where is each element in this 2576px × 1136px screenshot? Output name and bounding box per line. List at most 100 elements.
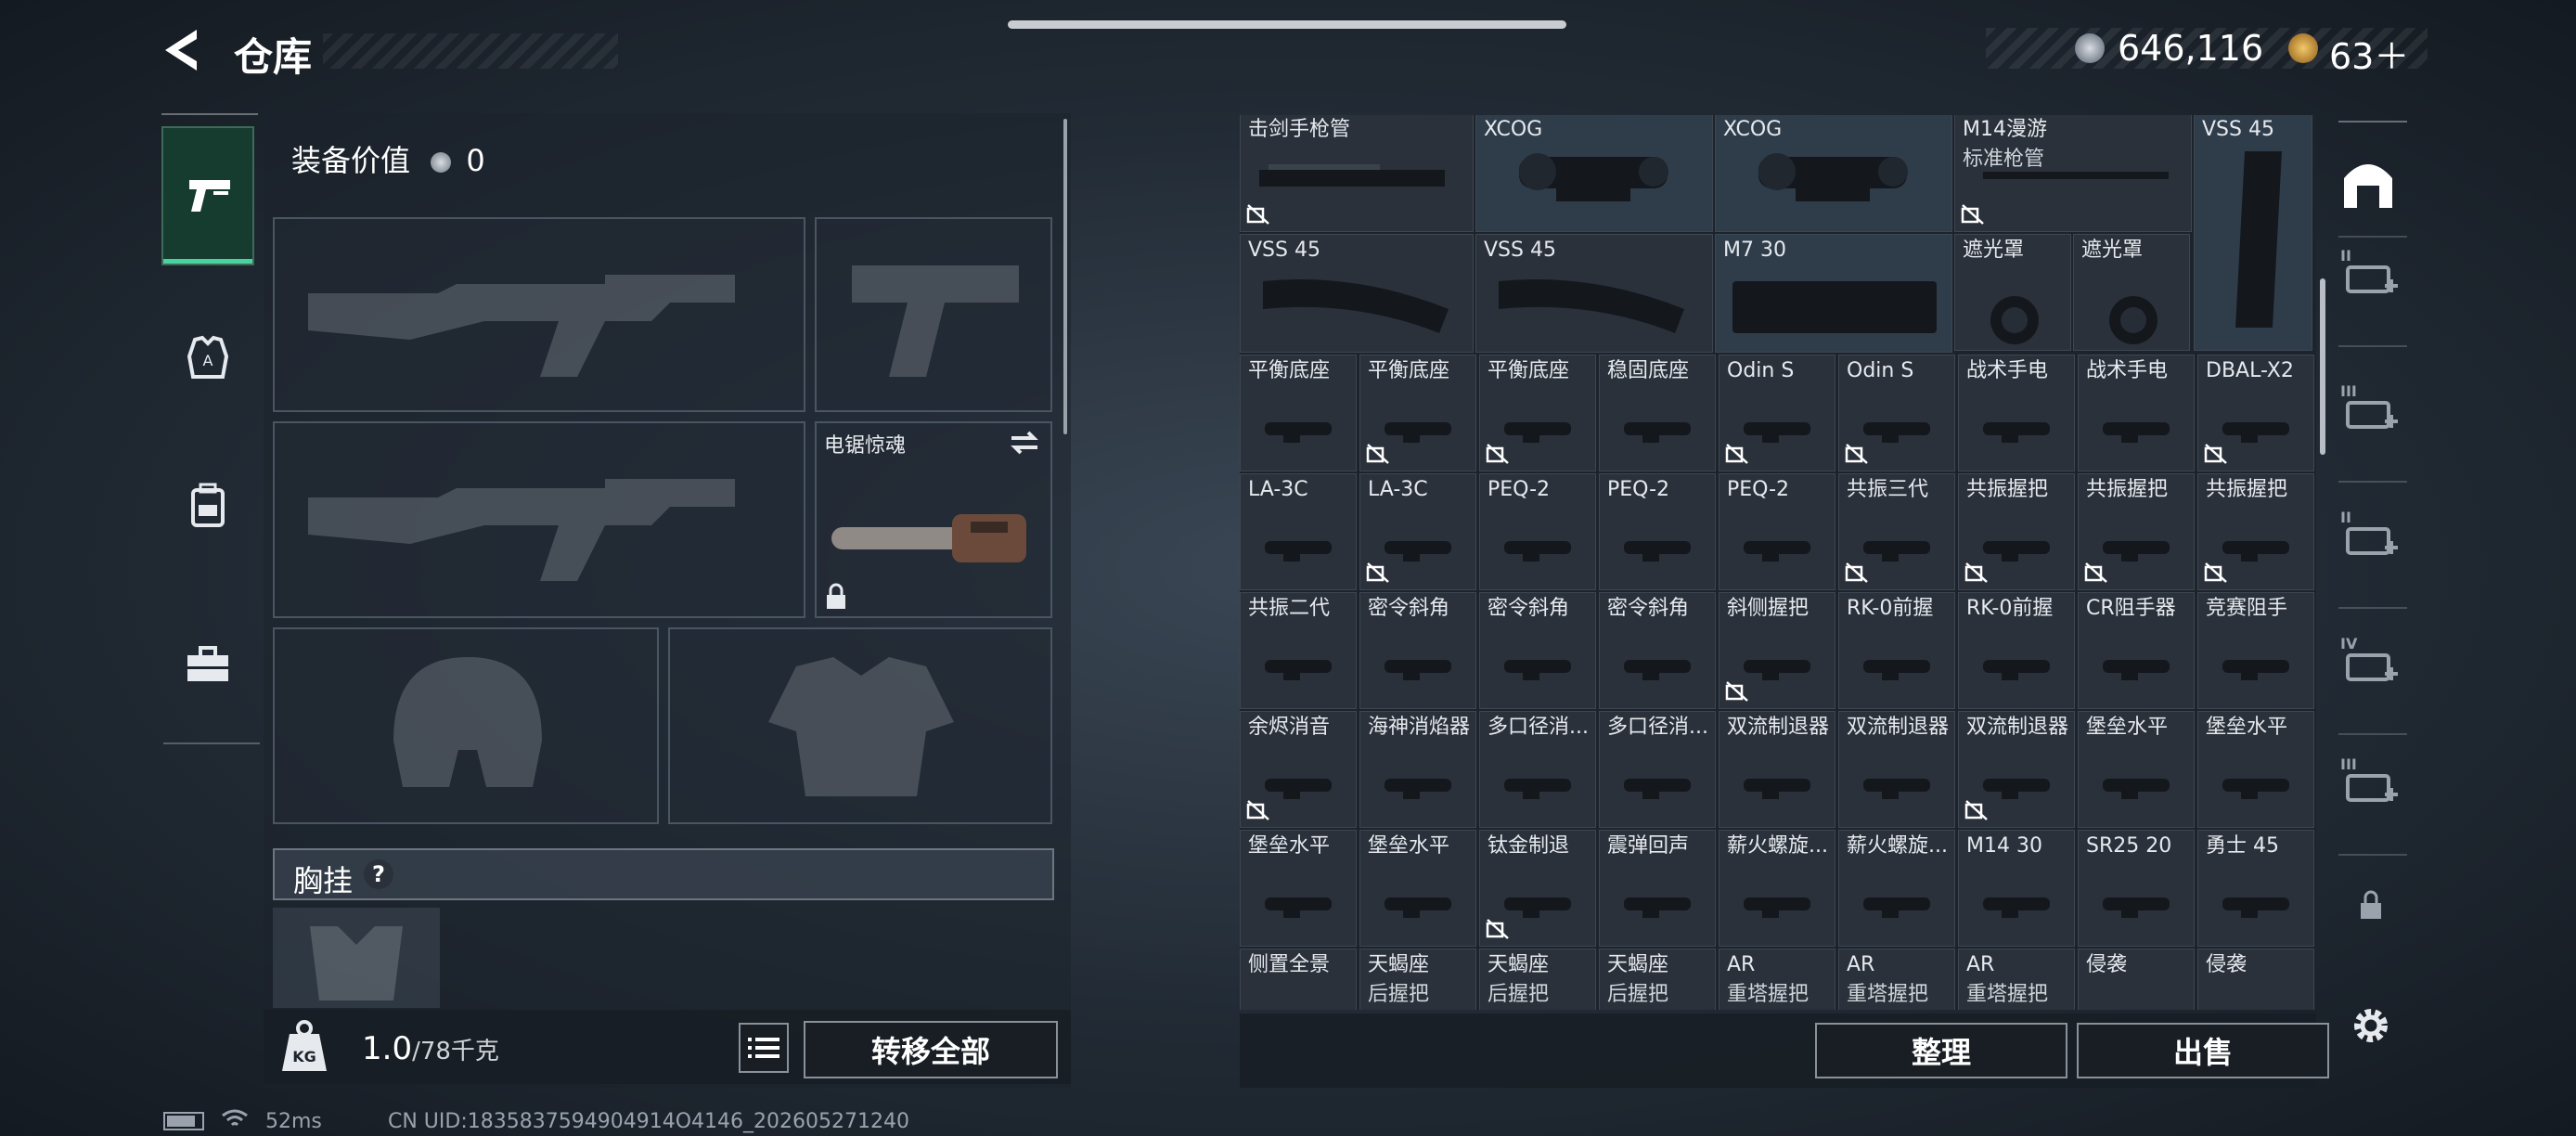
storage-item[interactable]: 震弹回声 bbox=[1599, 830, 1716, 947]
storage-item[interactable]: 密令斜角 bbox=[1359, 592, 1476, 709]
attachment-thumbnail-icon bbox=[1744, 541, 1810, 562]
storage-item[interactable]: XCOG bbox=[1715, 115, 1952, 232]
storage-item[interactable]: 平衡底座 bbox=[1479, 355, 1596, 471]
storage-item[interactable]: 勇士 45 bbox=[2197, 830, 2314, 947]
storage-item[interactable]: 稳固底座 bbox=[1599, 355, 1716, 471]
loadout-scrollbar[interactable] bbox=[1063, 119, 1067, 434]
storage-item[interactable]: LA-3C bbox=[1240, 473, 1357, 590]
attachment-thumbnail-icon bbox=[2222, 779, 2289, 799]
storage-item[interactable]: AR 重塔握把 bbox=[1958, 949, 2075, 1010]
storage-item[interactable]: 共振三代 bbox=[1838, 473, 1955, 590]
right-tab-3[interactable]: III bbox=[2338, 379, 2403, 444]
storage-item[interactable]: Odin S bbox=[1838, 355, 1955, 471]
tab-backpack[interactable] bbox=[161, 434, 254, 574]
storage-item[interactable]: 共振握把 bbox=[2197, 473, 2314, 590]
attachment-thumbnail-icon bbox=[1983, 779, 2050, 799]
swap-arrows-icon[interactable] bbox=[1008, 429, 1041, 457]
storage-item[interactable]: Odin S bbox=[1719, 355, 1835, 471]
storage-item[interactable]: 堡垒水平 bbox=[1359, 830, 1476, 947]
transfer-all-button[interactable]: 转移全部 bbox=[804, 1021, 1058, 1078]
storage-item[interactable]: 共振握把 bbox=[1958, 473, 2075, 590]
primary-weapon-slot-2[interactable] bbox=[273, 421, 805, 618]
storage-item[interactable]: SR25 20 bbox=[2078, 830, 2195, 947]
storage-item[interactable]: 侵袭 bbox=[2078, 949, 2195, 1010]
storage-item[interactable]: 双流制退器 bbox=[1958, 711, 2075, 828]
storage-item[interactable]: VSS 45 bbox=[1240, 234, 1474, 353]
tab-storage[interactable] bbox=[2338, 154, 2403, 219]
storage-item[interactable]: 战术手电 bbox=[1958, 355, 2075, 471]
storage-item[interactable]: 海神消焰器 bbox=[1359, 711, 1476, 828]
chest-rig-slot[interactable] bbox=[273, 908, 440, 1008]
storage-item[interactable]: 击剑手枪管 bbox=[1240, 115, 1474, 232]
storage-item[interactable]: 钛金制退 bbox=[1479, 830, 1596, 947]
storage-item[interactable]: 侧置全景 bbox=[1240, 949, 1357, 1010]
storage-scrollbar[interactable] bbox=[2320, 278, 2325, 455]
right-tab-2[interactable]: II bbox=[2338, 243, 2403, 308]
magazine-icon bbox=[2235, 151, 2282, 328]
storage-item[interactable]: 共振二代 bbox=[1240, 592, 1357, 709]
storage-item[interactable]: M7 30 bbox=[1715, 234, 1952, 353]
storage-item[interactable]: 平衡底座 bbox=[1359, 355, 1476, 471]
settings-button[interactable] bbox=[2348, 1002, 2394, 1049]
tab-weapons[interactable] bbox=[161, 126, 254, 265]
storage-item[interactable]: 天蝎座 后握把 bbox=[1479, 949, 1596, 1010]
tab-toolbox[interactable] bbox=[161, 594, 254, 733]
storage-item[interactable]: 堡垒水平 bbox=[2197, 711, 2314, 828]
storage-item[interactable]: 战术手电 bbox=[2078, 355, 2195, 471]
storage-item[interactable]: 平衡底座 bbox=[1240, 355, 1357, 471]
storage-item[interactable]: RK-0前握 bbox=[1838, 592, 1955, 709]
tab-armor[interactable]: A bbox=[161, 288, 254, 427]
storage-item[interactable]: PEQ-2 bbox=[1479, 473, 1596, 590]
melee-slot[interactable]: 电锯惊魂 bbox=[815, 421, 1052, 618]
storage-item[interactable]: 天蝎座 后握把 bbox=[1359, 949, 1476, 1010]
tab-locked[interactable] bbox=[2357, 889, 2385, 921]
storage-item[interactable]: VSS 45 bbox=[1475, 234, 1713, 353]
currency-gold-amount[interactable]: 63＋ bbox=[2329, 28, 2409, 79]
storage-item[interactable]: PEQ-2 bbox=[1599, 473, 1716, 590]
lock-icon bbox=[2361, 890, 2381, 919]
armor-slot[interactable] bbox=[668, 627, 1052, 824]
help-icon[interactable]: ? bbox=[364, 859, 393, 889]
storage-item[interactable]: 天蝎座 后握把 bbox=[1599, 949, 1716, 1010]
storage-item[interactable]: 斜侧握把 bbox=[1719, 592, 1835, 709]
storage-item[interactable]: DBAL-X2 bbox=[2197, 355, 2314, 471]
sort-button[interactable]: 整理 bbox=[1815, 1023, 2067, 1078]
helmet-slot[interactable] bbox=[273, 627, 659, 824]
storage-item[interactable]: 多口径消... bbox=[1479, 711, 1596, 828]
storage-item[interactable]: M14 30 bbox=[1958, 830, 2075, 947]
storage-item[interactable]: 多口径消... bbox=[1599, 711, 1716, 828]
storage-item[interactable]: LA-3C bbox=[1359, 473, 1476, 590]
storage-item[interactable]: 密令斜角 bbox=[1599, 592, 1716, 709]
list-view-button[interactable] bbox=[739, 1023, 789, 1073]
storage-item[interactable]: 遮光罩 bbox=[1954, 234, 2071, 351]
storage-item[interactable]: PEQ-2 bbox=[1719, 473, 1835, 590]
sidearm-slot[interactable] bbox=[815, 217, 1052, 412]
storage-item[interactable]: 共振握把 bbox=[2078, 473, 2195, 590]
chest-rig-header[interactable]: 胸挂 ? bbox=[273, 848, 1054, 900]
primary-weapon-slot-1[interactable] bbox=[273, 217, 805, 412]
sell-button[interactable]: 出售 bbox=[2077, 1023, 2329, 1078]
storage-item[interactable]: VSS 45 bbox=[2194, 115, 2312, 351]
storage-item[interactable]: AR 重塔握把 bbox=[1838, 949, 1955, 1010]
right-tab-4[interactable]: II bbox=[2338, 505, 2403, 570]
storage-item[interactable]: 薪火螺旋... bbox=[1838, 830, 1955, 947]
right-tab-6[interactable]: III bbox=[2338, 752, 2403, 817]
storage-item[interactable]: 遮光罩 bbox=[2073, 234, 2190, 351]
storage-item[interactable]: 双流制退器 bbox=[1838, 711, 1955, 828]
storage-item[interactable]: 密令斜角 bbox=[1479, 592, 1596, 709]
storage-item[interactable]: 双流制退器 bbox=[1719, 711, 1835, 828]
storage-item[interactable]: RK-0前握 bbox=[1958, 592, 2075, 709]
right-tab-5[interactable]: IV bbox=[2338, 631, 2403, 696]
storage-item[interactable]: 余烬消音 bbox=[1240, 711, 1357, 828]
storage-item[interactable]: 竞赛阻手 bbox=[2197, 592, 2314, 709]
storage-item[interactable]: 侵袭 bbox=[2197, 949, 2314, 1010]
storage-item[interactable]: CR阻手器 bbox=[2078, 592, 2195, 709]
back-button[interactable] bbox=[160, 24, 212, 76]
right-tab-divider bbox=[2338, 345, 2407, 347]
storage-item[interactable]: AR 重塔握把 bbox=[1719, 949, 1835, 1010]
storage-item[interactable]: 堡垒水平 bbox=[2078, 711, 2195, 828]
storage-item[interactable]: M14漫游 标准枪管 bbox=[1954, 115, 2192, 232]
storage-item[interactable]: 薪火螺旋... bbox=[1719, 830, 1835, 947]
storage-item[interactable]: 堡垒水平 bbox=[1240, 830, 1357, 947]
storage-item[interactable]: XCOG bbox=[1475, 115, 1713, 232]
